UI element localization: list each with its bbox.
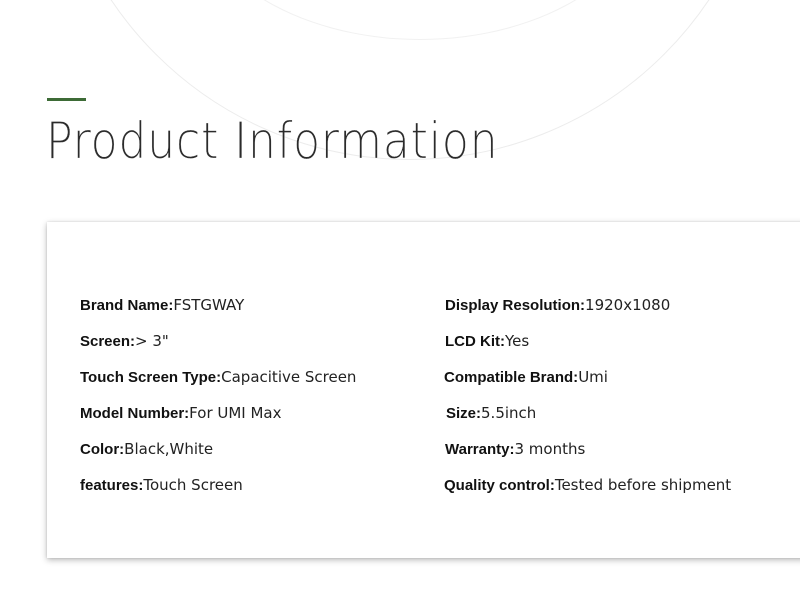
spec-value: 5.5inch <box>481 404 537 422</box>
spec-label: Color: <box>80 441 125 458</box>
spec-value: Yes <box>505 332 530 350</box>
spec-value: Touch Screen <box>143 476 243 494</box>
spec-brand-name: Brand Name:FSTGWAY <box>80 295 244 316</box>
spec-warranty: Warranty:3 months <box>445 439 585 460</box>
spec-value: 3 months <box>514 440 586 458</box>
spec-size: Size:5.5inch <box>446 403 536 424</box>
spec-label: Screen: <box>80 333 136 350</box>
spec-label: Compatible Brand: <box>444 369 579 386</box>
spec-label: Size: <box>446 405 482 422</box>
spec-label: LCD Kit: <box>445 333 505 350</box>
spec-color: Color:Black,White <box>80 439 213 460</box>
spec-value: For UMI Max <box>189 404 282 422</box>
spec-value: 1920x1080 <box>585 296 671 314</box>
spec-model-number: Model Number:For UMI Max <box>80 403 282 424</box>
spec-quality-control: Quality control:Tested before shipment <box>444 475 731 496</box>
product-info-card <box>47 222 800 558</box>
spec-value: Tested before shipment <box>554 476 732 494</box>
spec-features: features:Touch Screen <box>80 475 243 496</box>
spec-value: > 3" <box>135 332 169 350</box>
spec-touch-screen-type: Touch Screen Type:Capacitive Screen <box>80 367 356 388</box>
spec-value: Umi <box>578 368 608 386</box>
spec-value: Capacitive Screen <box>221 368 357 386</box>
spec-value: FSTGWAY <box>173 296 245 314</box>
spec-label: Brand Name: <box>80 297 174 314</box>
page-title: Product Information <box>46 112 499 170</box>
spec-label: Warranty: <box>445 441 515 458</box>
spec-label: Model Number: <box>80 405 190 422</box>
spec-label: features: <box>80 477 144 494</box>
spec-label: Quality control: <box>444 477 555 494</box>
spec-value: Black,White <box>124 440 214 458</box>
spec-screen: Screen:> 3" <box>80 331 169 352</box>
title-accent-bar <box>47 98 86 101</box>
spec-display-resolution: Display Resolution:1920x1080 <box>445 295 670 316</box>
spec-lcd-kit: LCD Kit:Yes <box>445 331 529 352</box>
spec-label: Touch Screen Type: <box>80 369 222 386</box>
spec-compatible-brand: Compatible Brand:Umi <box>444 367 608 388</box>
spec-label: Display Resolution: <box>445 297 586 314</box>
